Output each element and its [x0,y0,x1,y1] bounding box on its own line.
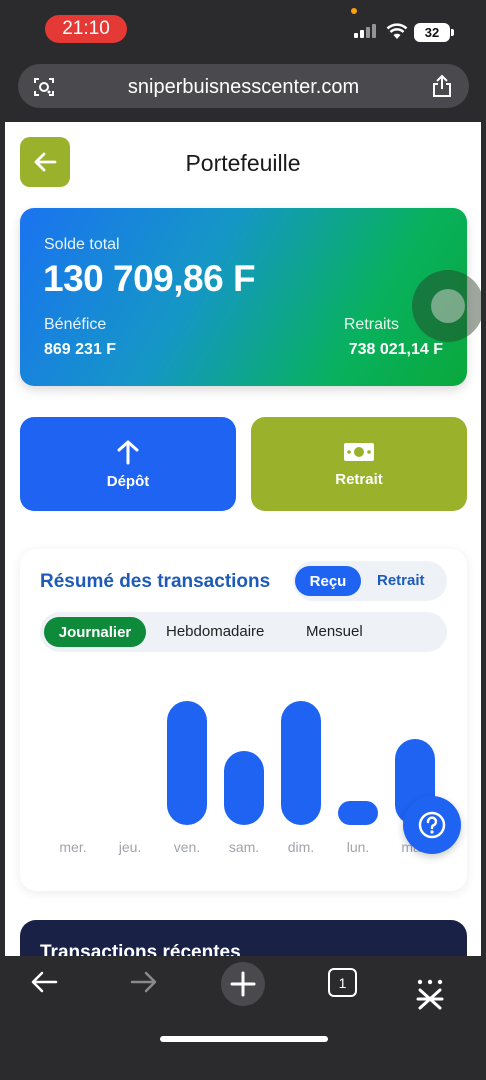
withdrawals-label: Retraits [343,316,399,333]
new-tab-icon[interactable] [220,961,266,1007]
status-time: 21:10 [45,15,127,43]
summary-title: Résumé des transactions [40,571,271,592]
page-title: Portefeuille [185,150,301,176]
chart-tick-label: dim. [288,839,314,855]
withdraw-label: Retrait [335,470,383,488]
question-icon [418,811,446,839]
withdraw-button[interactable]: Retrait [251,417,467,511]
back-arrow-icon[interactable] [28,966,60,998]
help-button[interactable] [403,796,461,854]
tab-received[interactable]: Reçu [295,566,361,596]
tab-monthly[interactable]: Mensuel [306,623,363,640]
battery-indicator: 32 [414,23,454,42]
cellular-signal-icon [354,24,376,38]
forward-arrow-icon[interactable] [128,966,160,998]
wifi-icon [386,23,408,39]
address-bar[interactable]: sniperbuisnesscenter.com [18,64,469,108]
arrow-up-icon [117,440,139,464]
withdrawals-value: 738 021,14 F [348,341,443,358]
web-content: Portefeuille Solde total 130 709,86 F Bé… [5,122,481,956]
deposit-label: Dépôt [106,472,150,490]
chart-bar [281,701,321,825]
type-segmented-control: Reçu Retrait [293,561,447,601]
chart-tick-label: jeu. [118,839,142,855]
profit-label: Bénéfice [44,316,107,333]
cash-icon [344,442,374,461]
chart-tick-label: mer. [59,839,86,855]
assistive-touch-button[interactable] [412,270,481,342]
chart-tick-label: ven. [174,839,200,855]
deposit-button[interactable]: Dépôt [20,417,236,511]
tab-count[interactable]: 1 [328,968,357,997]
url-text[interactable]: sniperbuisnesscenter.com [18,76,469,99]
total-balance-label: Solde total [44,236,120,253]
transactions-summary-card: Résumé des transactions Reçu Retrait Jou… [20,549,467,891]
tab-withdrawal[interactable]: Retrait [377,572,425,589]
recent-transactions-card: Transactions récentes [20,920,467,956]
transactions-bar-chart: mer.jeu.ven.sam.dim.lun.mar. [59,701,435,855]
mic-indicator-dot [351,8,357,14]
recent-transactions-title: Transactions récentes [40,942,241,956]
chart-bar [224,751,264,825]
home-indicator [160,1036,328,1042]
tab-weekly[interactable]: Hebdomadaire [166,623,264,640]
balance-card: Solde total 130 709,86 F Bénéfice 869 23… [20,208,481,386]
menu-grid-icon[interactable] [412,978,448,1014]
chart-bar [167,701,207,825]
status-bar: 21:10 32 [0,0,486,58]
total-balance-value: 130 709,86 F [43,258,256,299]
profit-value: 869 231 F [44,341,117,358]
period-segmented-control: Journalier Hebdomadaire Mensuel [40,612,447,652]
share-icon[interactable] [431,74,453,98]
browser-chrome: sniperbuisnesscenter.com [0,58,486,122]
browser-toolbar: 1 [0,956,486,1080]
chart-bar [338,801,378,825]
tab-daily[interactable]: Journalier [44,617,146,647]
chart-tick-label: lun. [347,839,370,855]
chart-tick-label: sam. [229,839,259,855]
